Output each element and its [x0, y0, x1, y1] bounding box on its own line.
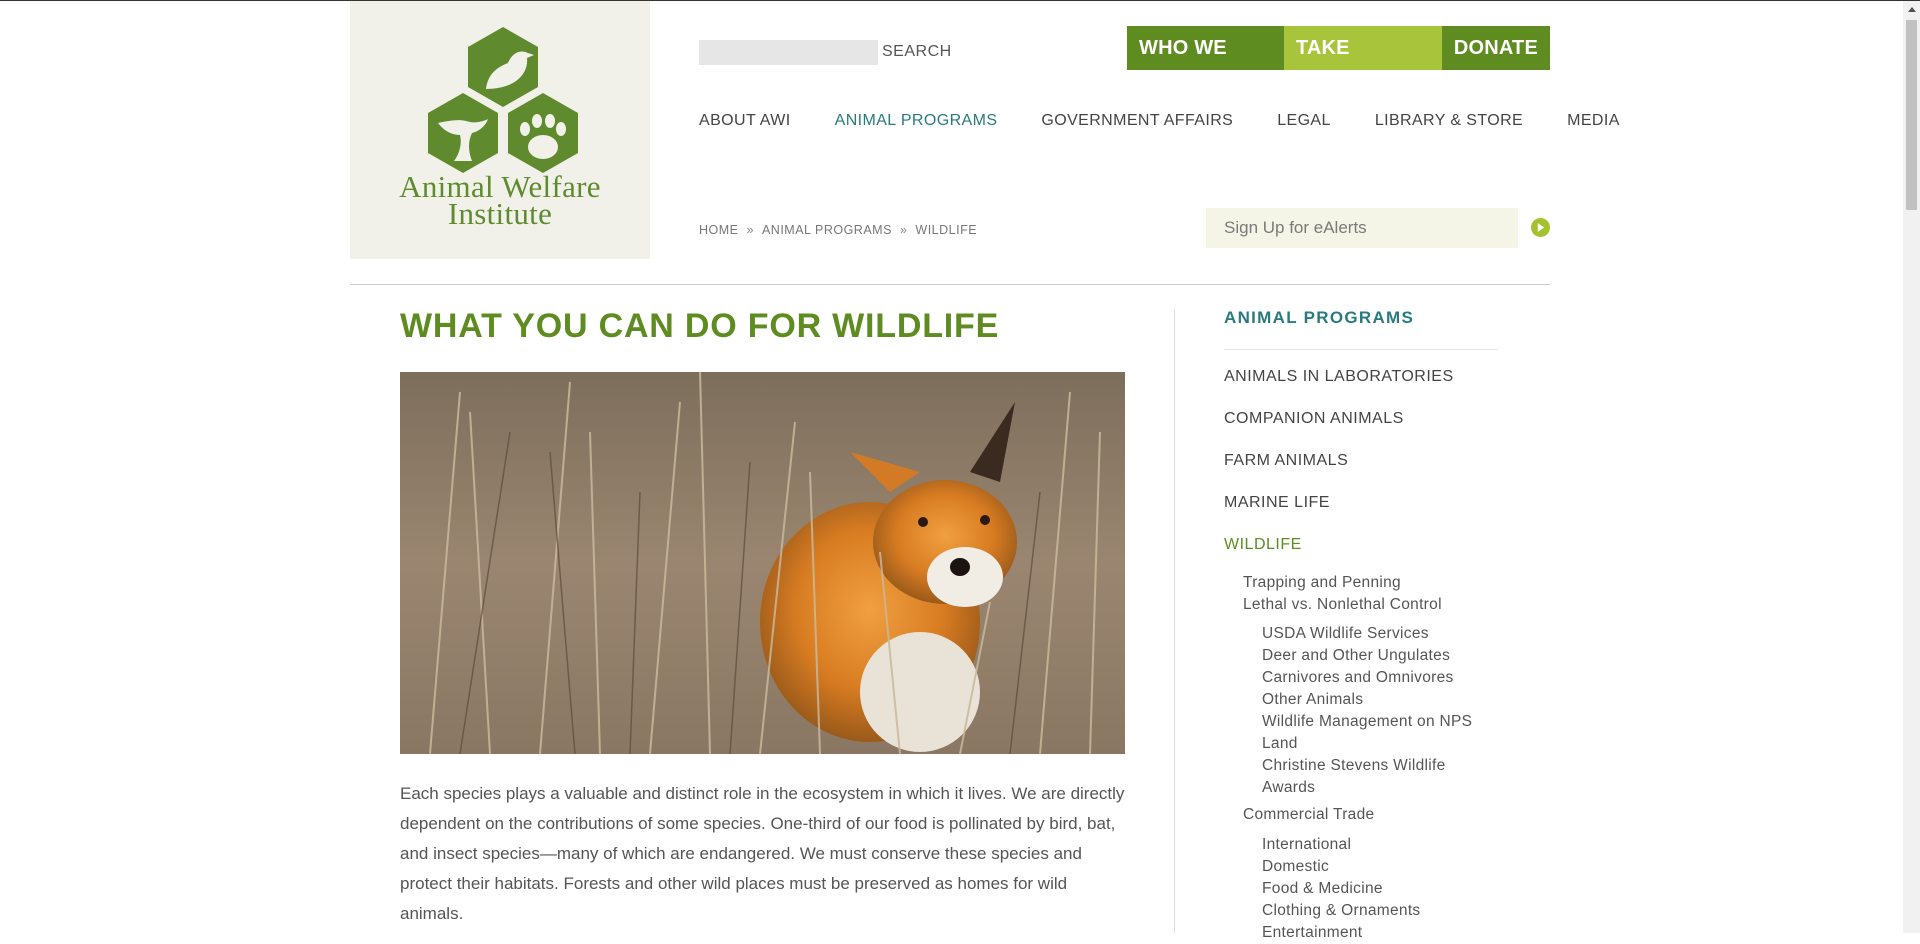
take-action-button[interactable]: TAKE ACTION: [1283, 26, 1442, 103]
ealerts-submit-button[interactable]: [1531, 218, 1550, 237]
page-scrollbar[interactable]: [1903, 1, 1920, 933]
ealerts-signup-input[interactable]: [1206, 208, 1518, 248]
fox-photo: [400, 372, 1125, 754]
breadcrumb-separator: »: [899, 223, 908, 237]
who-we-are-button[interactable]: WHO WE ARE: [1127, 26, 1284, 103]
awi-hexagon-logo-icon: [428, 27, 578, 173]
search-input[interactable]: [699, 40, 878, 65]
sidebar-sub-carnivores-omnivores[interactable]: Carnivores and Omnivores: [1262, 667, 1492, 689]
sidebar-item-farm-animals[interactable]: FARM ANIMALS: [1224, 452, 1348, 470]
sidebar-sub-wildlife-management-nps[interactable]: Wildlife Management on NPS Land: [1262, 711, 1492, 755]
sidebar-sub-international[interactable]: International: [1262, 834, 1492, 856]
nav-government-affairs[interactable]: GOVERNMENT AFFAIRS: [1041, 112, 1233, 130]
main-navigation: ABOUT AWI ANIMAL PROGRAMS GOVERNMENT AFF…: [699, 112, 1620, 130]
site-logo[interactable]: Animal Welfare Institute: [350, 1, 650, 259]
scroll-up-button[interactable]: [1903, 1, 1920, 18]
breadcrumb-wildlife[interactable]: WILDLIFE: [915, 223, 977, 237]
sidebar-sub-trapping-and-penning[interactable]: Trapping and Penning: [1243, 574, 1401, 592]
arrow-right-circle-icon: [1537, 223, 1545, 232]
sidebar-item-animals-in-laboratories[interactable]: ANIMALS IN LABORATORIES: [1224, 368, 1454, 386]
page: Animal Welfare Institute SEARCH WHO WE A…: [350, 1, 1619, 941]
action-buttons: WHO WE ARE TAKE ACTION DONATE: [1127, 26, 1550, 103]
breadcrumb-home[interactable]: HOME: [699, 223, 739, 237]
breadcrumb: HOME » ANIMAL PROGRAMS » WILDLIFE: [699, 223, 977, 237]
sidebar-sub-lethal-vs-nonlethal[interactable]: Lethal vs. Nonlethal Control: [1243, 596, 1442, 614]
page-title: WHAT YOU CAN DO FOR WILDLIFE: [400, 307, 1000, 345]
sidebar-sub-domestic[interactable]: Domestic: [1262, 856, 1492, 878]
sidebar-sub-entertainment[interactable]: Entertainment: [1262, 922, 1492, 944]
scroll-thumb[interactable]: [1906, 20, 1917, 210]
sidebar-sub-clothing-ornaments[interactable]: Clothing & Ornaments: [1262, 900, 1492, 922]
nav-media[interactable]: MEDIA: [1567, 112, 1620, 130]
nav-animal-programs[interactable]: ANIMAL PROGRAMS: [835, 112, 998, 130]
sidebar-item-companion-animals[interactable]: COMPANION ANIMALS: [1224, 410, 1404, 428]
intro-paragraph: Each species plays a valuable and distin…: [400, 784, 1125, 923]
sidebar-sub-usda-wildlife-services[interactable]: USDA Wildlife Services: [1262, 623, 1492, 645]
content-divider: [1174, 309, 1175, 933]
sidebar-title[interactable]: ANIMAL PROGRAMS: [1224, 308, 1414, 328]
logo-wordmark-line2: Institute: [447, 196, 553, 231]
sidebar-sub-christine-stevens-awards[interactable]: Christine Stevens Wildlife Awards: [1262, 755, 1492, 799]
sidebar-sub-other-animals[interactable]: Other Animals: [1262, 689, 1492, 711]
donate-button[interactable]: DONATE: [1441, 26, 1550, 70]
header-divider: [350, 284, 1550, 285]
sidebar-item-marine-life[interactable]: MARINE LIFE: [1224, 494, 1330, 512]
sidebar-divider: [1224, 349, 1498, 350]
nav-legal[interactable]: LEGAL: [1277, 112, 1331, 130]
sidebar-sub-food-medicine[interactable]: Food & Medicine: [1262, 878, 1492, 900]
sidebar-sub-deer-ungulates[interactable]: Deer and Other Ungulates: [1262, 645, 1492, 667]
nav-library-store[interactable]: LIBRARY & STORE: [1375, 112, 1523, 130]
breadcrumb-separator: »: [746, 223, 754, 237]
search-button[interactable]: SEARCH: [882, 43, 952, 61]
breadcrumb-animal-programs[interactable]: ANIMAL PROGRAMS: [762, 223, 892, 237]
sidebar-item-wildlife[interactable]: WILDLIFE: [1224, 536, 1302, 554]
sidebar-sub-commercial-trade[interactable]: Commercial Trade: [1243, 806, 1374, 824]
nav-about-awi[interactable]: ABOUT AWI: [699, 112, 791, 130]
scroll-up-arrow-icon: [1907, 7, 1916, 12]
